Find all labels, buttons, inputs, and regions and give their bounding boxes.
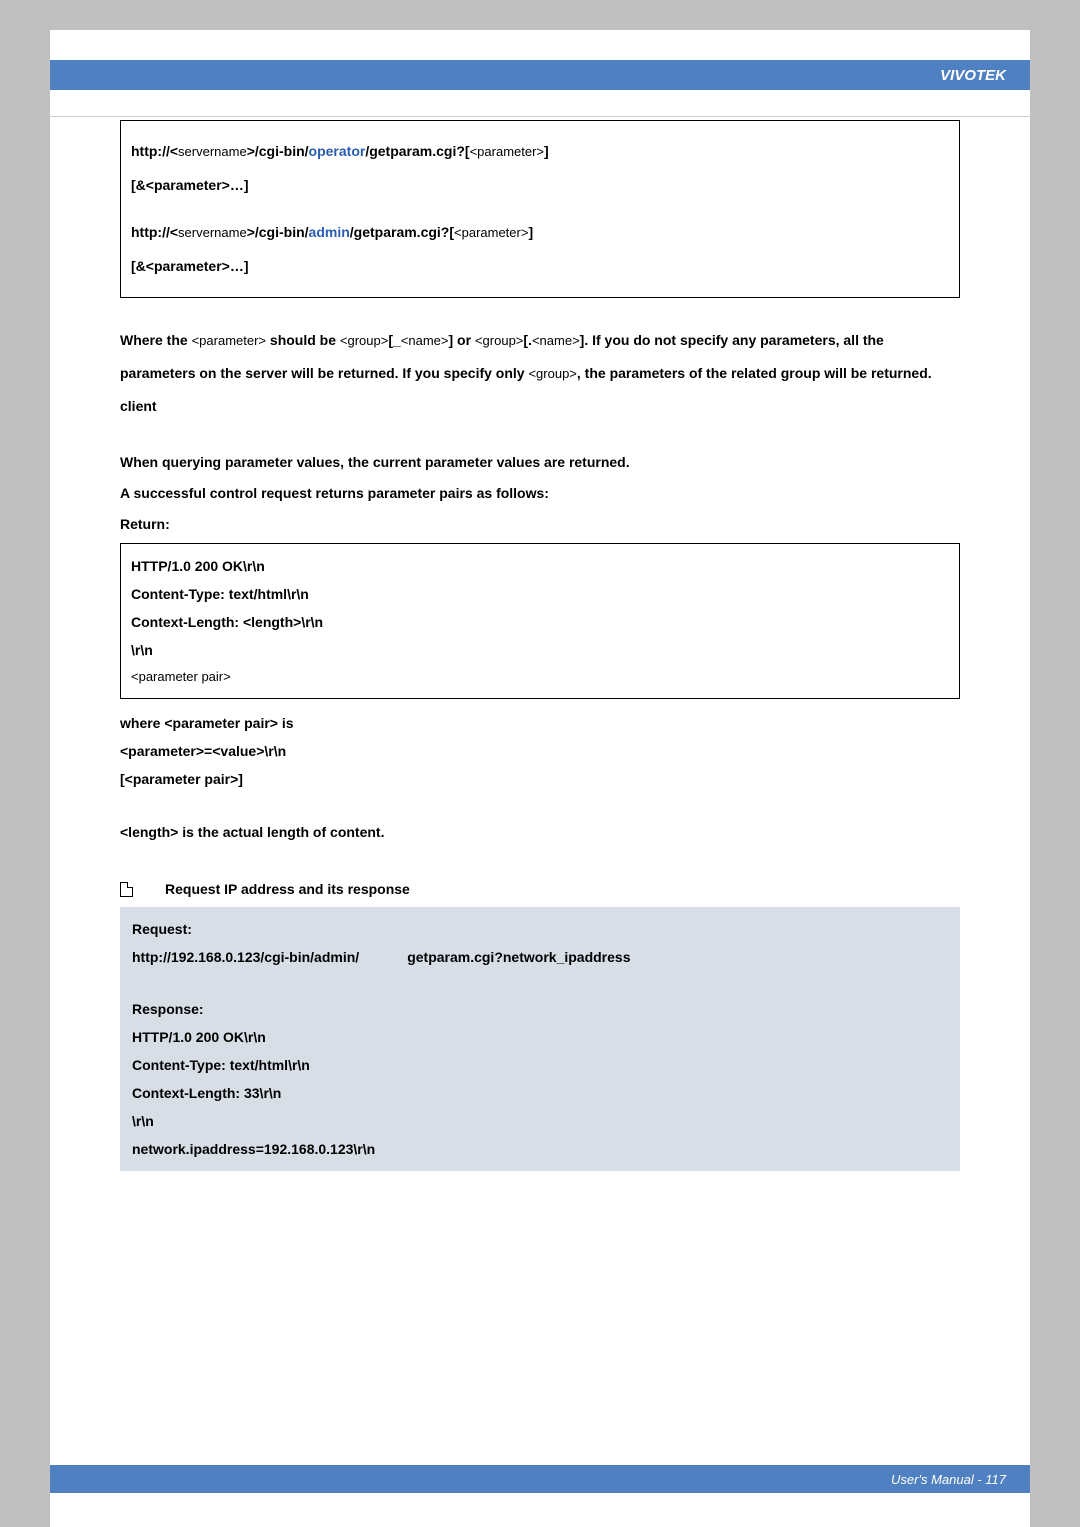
syntax-line-2: [&<parameter>…] [131,169,949,203]
request-label: Request: [132,915,948,943]
spacer [131,202,949,216]
footer-bar: User's Manual - 117 [50,1465,1030,1493]
parameter-explanation: Where the <parameter> should be <group>[… [120,324,960,423]
where-line-1: where <parameter pair> is [120,709,960,737]
return-line-1: HTTP/1.0 200 OK\r\n [131,552,949,580]
return-line-4: \r\n [131,636,949,664]
page-container: VIVOTEK http://<servername>/cgi-bin/oper… [50,30,1030,1527]
response-line-2: Content-Type: text/html\r\n [132,1051,948,1079]
return-line-5: <parameter pair> [131,664,949,690]
where-line-3: [<parameter pair>] [120,765,960,793]
header-divider [50,116,1030,117]
request-section: Request: http://192.168.0.123/cgi-bin/ad… [132,915,948,971]
response-line-5: network.ipaddress=192.168.0.123\r\n [132,1135,948,1163]
header-bar: VIVOTEK [50,60,1030,90]
brand-label: VIVOTEK [940,67,1006,84]
response-line-4: \r\n [132,1107,948,1135]
response-label: Response: [132,995,948,1023]
response-line-1: HTTP/1.0 200 OK\r\n [132,1023,948,1051]
footer-text: User's Manual - 117 [891,1472,1006,1487]
example-title: Request IP address and its response [165,874,410,905]
success-note: A successful control request returns par… [120,478,960,509]
example-header: Request IP address and its response [120,874,960,905]
syntax-line-4: [&<parameter>…] [131,250,949,284]
syntax-line-3: http://<servername>/cgi-bin/admin/getpar… [131,216,949,250]
page-icon [120,882,133,897]
page-content: http://<servername>/cgi-bin/operator/get… [50,30,1030,1171]
query-note: When querying parameter values, the curr… [120,447,960,478]
return-line-2: Content-Type: text/html\r\n [131,580,949,608]
return-label: Return: [120,509,960,540]
where-block: where <parameter pair> is <parameter>=<v… [120,709,960,793]
where-line-2: <parameter>=<value>\r\n [120,737,960,765]
url-syntax-box: http://<servername>/cgi-bin/operator/get… [120,120,960,298]
return-line-3: Context-Length: <length>\r\n [131,608,949,636]
request-url-line: http://192.168.0.123/cgi-bin/admin/ getp… [132,943,948,971]
syntax-line-1: http://<servername>/cgi-bin/operator/get… [131,135,949,169]
length-note: <length> is the actual length of content… [120,817,960,848]
response-line-3: Context-Length: 33\r\n [132,1079,948,1107]
example-block: Request: http://192.168.0.123/cgi-bin/ad… [120,907,960,1171]
return-box: HTTP/1.0 200 OK\r\n Content-Type: text/h… [120,543,960,699]
